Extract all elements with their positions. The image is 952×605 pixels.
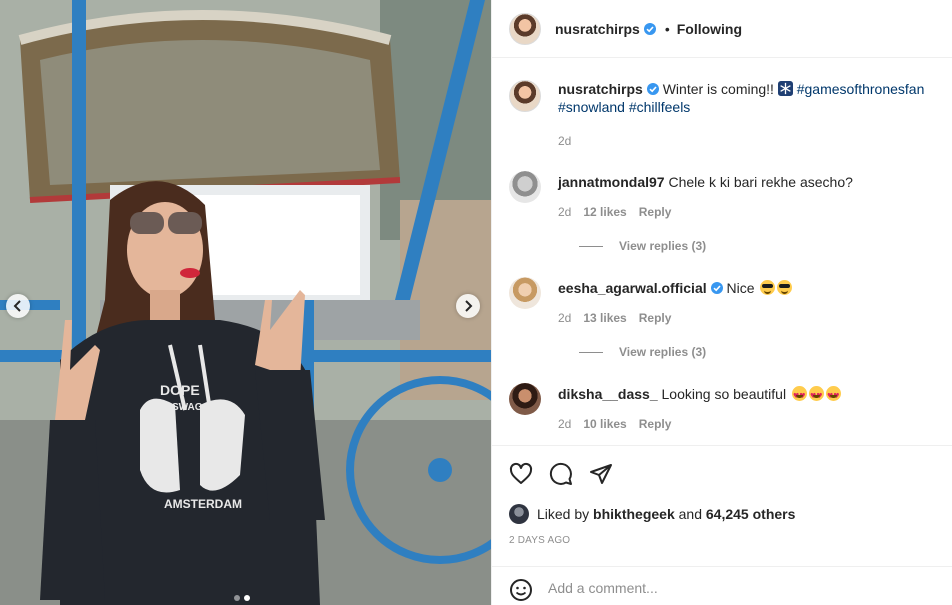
view-replies-label[interactable]: View replies (3)	[619, 239, 706, 253]
caption-username[interactable]: nusratchirps	[558, 81, 643, 97]
reply-button[interactable]: Reply	[639, 205, 672, 219]
hashtag-link[interactable]: #snowland	[558, 99, 625, 115]
reply-button[interactable]: Reply	[639, 311, 672, 325]
reply-button[interactable]: Reply	[639, 417, 672, 431]
author-avatar[interactable]	[509, 12, 541, 45]
carousel-dot	[234, 595, 240, 601]
post-timestamp[interactable]: 2 DAYS AGO	[509, 535, 570, 546]
post-image: DOPE SWAG AMSTERDAM	[0, 0, 491, 605]
like-heart-icon[interactable]	[509, 462, 533, 486]
comment-text: Looking so beautiful	[661, 386, 787, 402]
caption-age[interactable]: 2d	[558, 134, 571, 148]
replies-divider	[579, 245, 603, 247]
comment-meta: 2d 10 likes Reply	[558, 417, 671, 431]
liked-by-prefix: Liked by	[537, 506, 590, 522]
share-paper-plane-icon[interactable]	[589, 462, 613, 486]
comment-age[interactable]: 2d	[558, 311, 571, 325]
hashtag-link[interactable]: #chillfeels	[629, 99, 690, 115]
comment-bubble-icon[interactable]	[549, 462, 573, 486]
heart-eyes-emoji-icon	[808, 386, 824, 405]
commenter-username[interactable]: jannatmondal97	[558, 174, 665, 190]
hoodie-text-1: DOPE	[160, 382, 200, 398]
comment-text: Nice	[726, 280, 755, 296]
liker-avatar[interactable]	[509, 504, 529, 524]
comment-likes[interactable]: 12 likes	[583, 205, 626, 219]
replies-divider	[579, 351, 603, 353]
comments-list[interactable]: nusratchirps Winter is coming!! #gamesof…	[492, 58, 952, 446]
hashtag-link[interactable]: #gamesofthronesfan	[797, 81, 925, 97]
commenter-avatar[interactable]	[509, 277, 541, 309]
sunglasses-emoji-icon	[777, 280, 793, 295]
carousel-indicator	[234, 595, 250, 601]
verified-badge-icon	[646, 83, 659, 95]
likes-others-link[interactable]: 64,245 others	[706, 506, 796, 522]
post-photo[interactable]: DOPE SWAG AMSTERDAM	[0, 0, 491, 605]
header-separator: •	[664, 20, 670, 37]
view-replies-button[interactable]: View replies (3)	[579, 239, 706, 253]
next-photo-button[interactable]	[456, 294, 480, 318]
heart-eyes-emoji-icon	[825, 386, 841, 405]
comment-likes[interactable]: 10 likes	[583, 417, 626, 431]
add-comment-bar	[492, 566, 952, 605]
likes-summary: Liked by bhikthegeek and 64,245 others	[509, 504, 795, 524]
comment-body: jannatmondal97 Chele k ki bari rekhe ase…	[558, 173, 938, 191]
author-username-link[interactable]: nusratchirps	[555, 21, 656, 37]
comment-text: Chele k ki bari rekhe asecho?	[668, 174, 853, 190]
caption-text: Winter is coming!!	[662, 81, 774, 97]
emoji-picker-icon[interactable]	[509, 578, 533, 602]
comment-input[interactable]	[548, 578, 928, 598]
verified-badge-icon	[710, 282, 723, 294]
post-header: nusratchirps • Following	[492, 0, 952, 58]
previous-photo-button[interactable]	[6, 294, 30, 318]
verified-badge-icon	[643, 22, 656, 35]
hoodie-text-2: SWAG	[172, 402, 203, 413]
commenter-avatar[interactable]	[509, 171, 541, 203]
comment-likes[interactable]: 13 likes	[583, 311, 626, 325]
view-replies-label[interactable]: View replies (3)	[619, 345, 706, 359]
commenter-username[interactable]: eesha_agarwal.official	[558, 280, 707, 296]
following-button[interactable]: Following	[677, 21, 742, 37]
comment-age[interactable]: 2d	[558, 417, 571, 431]
comment-body: eesha_agarwal.official Nice	[558, 279, 938, 297]
comment-age[interactable]: 2d	[558, 205, 571, 219]
post-details-panel: nusratchirps • Following nusratchirps Wi…	[491, 0, 952, 605]
commenter-avatar[interactable]	[509, 383, 541, 415]
sunglasses-emoji-icon	[760, 280, 776, 295]
caption-body: nusratchirps Winter is coming!! #gamesof…	[558, 80, 938, 116]
comment-meta: 2d 12 likes Reply	[558, 205, 671, 219]
comment-body: diksha__dass_ Looking so beautiful	[558, 385, 938, 405]
post-actions	[492, 456, 952, 492]
chevron-right-icon	[465, 300, 473, 312]
author-username[interactable]: nusratchirps	[555, 21, 640, 37]
heart-eyes-emoji-icon	[791, 386, 807, 405]
liker-username[interactable]: bhikthegeek	[593, 506, 675, 522]
view-replies-button[interactable]: View replies (3)	[579, 345, 706, 359]
commenter-username[interactable]: diksha__dass_	[558, 386, 658, 402]
chevron-left-icon	[13, 300, 21, 312]
hoodie-text-3: AMSTERDAM	[164, 497, 242, 511]
carousel-dot-active	[244, 595, 250, 601]
comment-meta: 2d 13 likes Reply	[558, 311, 671, 325]
caption-avatar[interactable]	[509, 80, 541, 112]
snowflake-icon	[777, 81, 793, 96]
caption-meta: 2d	[558, 134, 571, 148]
liked-by-joiner: and	[678, 506, 702, 522]
